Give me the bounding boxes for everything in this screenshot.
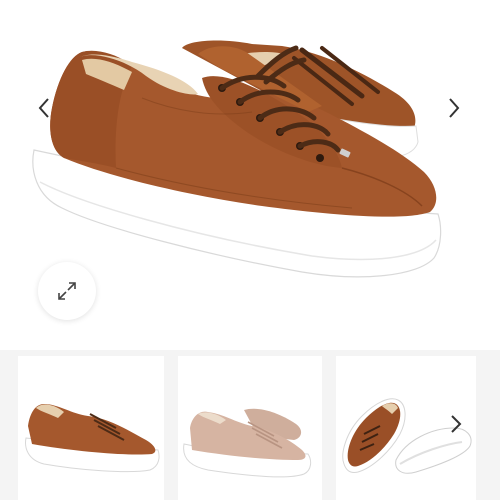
front-shoe [32,45,442,278]
chevron-right-icon [449,98,460,118]
thumbnail-nude-sneaker-pair[interactable] [178,356,322,500]
previous-image-button[interactable] [32,94,56,122]
expand-icon [58,282,76,300]
thumbnail-next-button[interactable] [444,410,468,438]
chevron-right-icon [451,415,462,433]
product-gallery [0,0,500,500]
thumbnail-strip [0,350,500,500]
zoom-button[interactable] [38,262,96,320]
next-image-button[interactable] [442,94,466,122]
chevron-left-icon [38,98,49,118]
thumbnail-tan-sneaker-side[interactable] [18,356,164,500]
